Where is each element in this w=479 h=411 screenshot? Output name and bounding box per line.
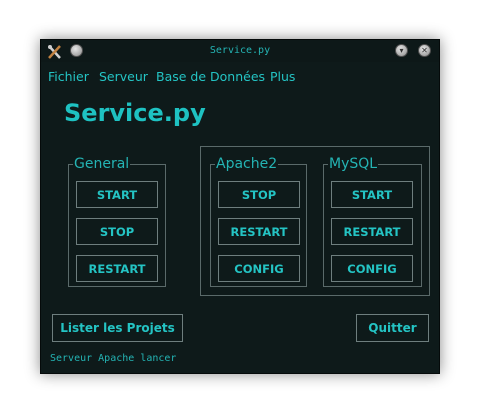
quit-button[interactable]: Quitter <box>356 314 429 342</box>
general-group-title: General <box>73 155 131 173</box>
general-stop-button[interactable]: STOP <box>76 218 158 245</box>
general-start-button[interactable]: START <box>76 181 158 208</box>
menu-bar: Fichier Serveur Base de Données Plus <box>41 66 439 88</box>
page-title: Service.py <box>64 99 206 127</box>
close-icon[interactable]: ✕ <box>418 44 431 57</box>
mysql-group: MySQL START RESTART CONFIG <box>323 155 422 287</box>
apache-group: Apache2 STOP RESTART CONFIG <box>210 155 307 287</box>
menu-serveur[interactable]: Serveur <box>99 69 148 84</box>
menu-fichier[interactable]: Fichier <box>48 69 89 84</box>
mysql-config-button[interactable]: CONFIG <box>331 255 413 282</box>
mysql-group-title: MySQL <box>328 155 379 173</box>
general-group: General START STOP RESTART <box>68 155 166 287</box>
apache-restart-button[interactable]: RESTART <box>218 218 300 245</box>
general-restart-button[interactable]: RESTART <box>76 255 158 282</box>
app-window: Service.py ▾ ✕ Fichier Serveur Base de D… <box>40 39 440 374</box>
apache-group-title: Apache2 <box>215 155 279 173</box>
list-projects-button[interactable]: Lister les Projets <box>52 314 183 342</box>
menu-base-de-donnees[interactable]: Base de Données <box>156 69 265 84</box>
title-bar: Service.py ▾ ✕ <box>41 40 439 62</box>
status-text: Serveur Apache lancer <box>50 353 177 364</box>
chevron-down-icon[interactable]: ▾ <box>395 44 408 57</box>
apache-stop-button[interactable]: STOP <box>218 181 300 208</box>
apache-config-button[interactable]: CONFIG <box>218 255 300 282</box>
window-title: Service.py <box>209 45 271 56</box>
menu-plus[interactable]: Plus <box>270 69 295 84</box>
mysql-restart-button[interactable]: RESTART <box>331 218 413 245</box>
mysql-start-button[interactable]: START <box>331 181 413 208</box>
